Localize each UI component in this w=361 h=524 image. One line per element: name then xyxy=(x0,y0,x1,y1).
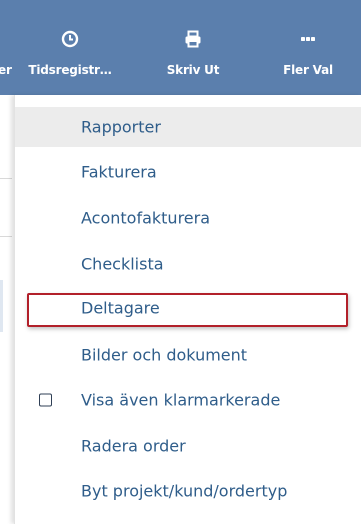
menu-item-label: Rapporter xyxy=(81,117,161,137)
more-options-label: Fler Val xyxy=(283,63,333,77)
menu-item-label: Byt projekt/kund/ordertyp xyxy=(81,481,288,501)
ellipsis-icon xyxy=(301,37,315,41)
menu-item-acontofakturera[interactable]: Acontofakturera xyxy=(15,198,361,238)
menu-item-deltagare[interactable]: Deltagare xyxy=(15,288,361,328)
time-registration-button[interactable]: Tidsregistr… xyxy=(10,0,130,95)
menu-item-label: Visa även klarmarkerade xyxy=(81,390,281,410)
printer-icon xyxy=(185,30,201,48)
background-divider xyxy=(0,236,12,237)
clock-icon xyxy=(61,30,79,48)
menu-item-visa-aven-klarmarkerade[interactable]: Visa även klarmarkerade xyxy=(15,380,361,420)
background-divider xyxy=(0,178,12,179)
toolbar: er Tidsregistr… Skriv Ut Fler Val xyxy=(0,0,361,95)
more-options-button[interactable]: Fler Val xyxy=(258,0,358,95)
time-registration-label: Tidsregistr… xyxy=(28,63,112,77)
menu-item-checklista[interactable]: Checklista xyxy=(15,244,361,284)
menu-item-byt-projekt-kund-ordertyp[interactable]: Byt projekt/kund/ordertyp xyxy=(15,471,361,511)
menu-item-label: Checklista xyxy=(81,254,164,274)
show-completed-checkbox[interactable] xyxy=(39,393,52,407)
more-options-menu: Rapporter Fakturera Acontofakturera Chec… xyxy=(14,95,361,524)
background-row-accent xyxy=(0,280,3,332)
menu-item-label: Fakturera xyxy=(81,162,157,182)
menu-item-label: Radera order xyxy=(81,436,186,456)
menu-item-label: Bilder och dokument xyxy=(81,345,248,365)
menu-item-rapporter[interactable]: Rapporter xyxy=(15,107,361,147)
print-label: Skriv Ut xyxy=(166,63,220,77)
highlight-box xyxy=(27,293,348,327)
background-page xyxy=(0,95,12,524)
menu-item-bilder-och-dokument[interactable]: Bilder och dokument xyxy=(15,335,361,375)
menu-item-label: Deltagare xyxy=(81,298,160,318)
menu-item-fakturera[interactable]: Fakturera xyxy=(15,152,361,192)
print-button[interactable]: Skriv Ut xyxy=(148,0,238,95)
menu-item-label: Acontofakturera xyxy=(81,208,211,228)
menu-item-radera-order[interactable]: Radera order xyxy=(15,426,361,466)
